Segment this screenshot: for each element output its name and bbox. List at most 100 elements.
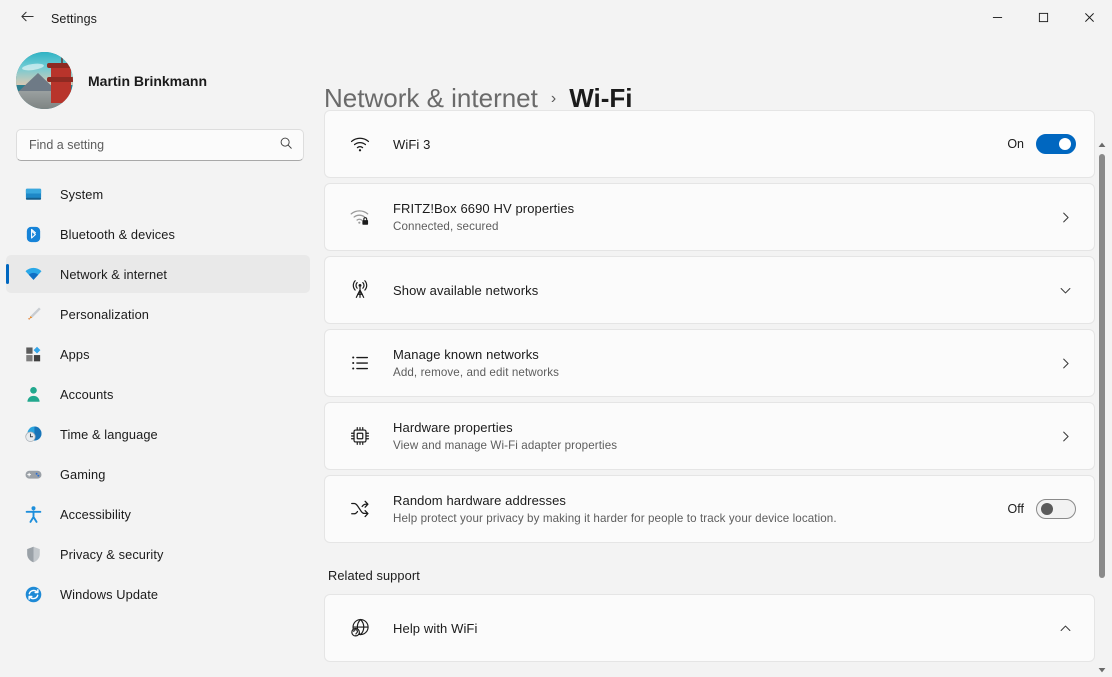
sidebar-item-label: Windows Update: [60, 587, 158, 602]
card-title: Manage known networks: [393, 346, 1040, 363]
wifi-toggle[interactable]: [1036, 134, 1076, 154]
wifi-toggle-state: On: [1007, 137, 1024, 151]
sidebar-item-system[interactable]: System: [6, 175, 310, 213]
avatar: [16, 52, 73, 109]
title-bar: Settings: [0, 0, 1112, 38]
breadcrumb-separator: ›: [551, 90, 556, 108]
sidebar-item-apps[interactable]: Apps: [6, 335, 310, 373]
close-button[interactable]: [1066, 0, 1112, 38]
sidebar-item-label: Personalization: [60, 307, 149, 322]
sidebar-item-label: Accounts: [60, 387, 113, 402]
sidebar-item-accessibility[interactable]: Accessibility: [6, 495, 310, 533]
chevron-down-icon: [1054, 284, 1076, 297]
window-title: Settings: [51, 12, 97, 26]
search-icon: [279, 136, 293, 155]
accessibility-icon: [22, 503, 44, 525]
gaming-icon: [22, 463, 44, 485]
shuffle-icon: [345, 494, 375, 524]
search-input[interactable]: [29, 138, 279, 152]
settings-cards: WiFi 3 On: [320, 110, 1112, 662]
card-subtitle: Connected, secured: [393, 219, 1040, 235]
minimize-icon: [992, 10, 1003, 28]
card-title: FRITZ!Box 6690 HV properties: [393, 200, 1040, 217]
card-title: WiFi 3: [393, 136, 993, 153]
sidebar-item-label: Bluetooth & devices: [60, 227, 175, 242]
random-hardware-addresses-card: Random hardware addresses Help protect y…: [324, 475, 1095, 543]
sidebar-item-personalization[interactable]: Personalization: [6, 295, 310, 333]
hardware-properties-card[interactable]: Hardware properties View and manage Wi-F…: [324, 402, 1095, 470]
show-available-networks-card[interactable]: Show available networks: [324, 256, 1095, 324]
wifi-secured-icon: [345, 202, 375, 232]
broadcast-tower-icon: [345, 275, 375, 305]
related-support-heading: Related support: [328, 568, 1095, 583]
sidebar-item-label: Gaming: [60, 467, 105, 482]
scroll-up-arrow-icon[interactable]: [1095, 138, 1109, 152]
bluetooth-icon: [22, 223, 44, 245]
random-hardware-toggle-state: Off: [1008, 502, 1024, 516]
card-subtitle: View and manage Wi-Fi adapter properties: [393, 438, 1040, 454]
help-with-wifi-card[interactable]: Help with WiFi: [324, 594, 1095, 662]
sidebar-item-time-language[interactable]: Time & language: [6, 415, 310, 453]
sidebar-item-bluetooth-devices[interactable]: Bluetooth & devices: [6, 215, 310, 253]
sidebar-item-label: Accessibility: [60, 507, 131, 522]
chip-icon: [345, 421, 375, 451]
scroll-down-arrow-icon[interactable]: [1095, 663, 1109, 677]
wifi-icon: [345, 129, 375, 159]
chevron-right-icon: [1054, 211, 1076, 224]
window-body: Martin Brinkmann: [0, 38, 1112, 677]
page-title: Wi-Fi: [569, 83, 632, 114]
globe-help-icon: [345, 613, 375, 643]
sidebar-item-label: Network & internet: [60, 267, 167, 282]
time-language-icon: [22, 423, 44, 445]
maximize-icon: [1038, 10, 1049, 28]
search-box[interactable]: [16, 129, 304, 161]
user-profile[interactable]: Martin Brinkmann: [0, 38, 320, 125]
back-button[interactable]: [10, 4, 44, 34]
card-title: Hardware properties: [393, 419, 1040, 436]
sidebar-item-accounts[interactable]: Accounts: [6, 375, 310, 413]
sidebar: Martin Brinkmann: [0, 38, 320, 677]
list-icon: [345, 348, 375, 378]
user-name: Martin Brinkmann: [88, 73, 207, 89]
chevron-up-icon: [1054, 622, 1076, 635]
apps-icon: [22, 343, 44, 365]
random-hardware-toggle[interactable]: [1036, 499, 1076, 519]
scrollbar-thumb[interactable]: [1099, 154, 1105, 578]
sidebar-item-label: Apps: [60, 347, 90, 362]
close-icon: [1084, 10, 1095, 28]
minimize-button[interactable]: [974, 0, 1020, 38]
chevron-right-icon: [1054, 430, 1076, 443]
breadcrumb: Network & internet › Wi-Fi: [320, 38, 1112, 110]
card-title: Show available networks: [393, 282, 1040, 299]
manage-known-networks-card[interactable]: Manage known networks Add, remove, and e…: [324, 329, 1095, 397]
network-properties-card[interactable]: FRITZ!Box 6690 HV properties Connected, …: [324, 183, 1095, 251]
privacy-security-icon: [22, 543, 44, 565]
main-content: Network & internet › Wi-Fi: [320, 38, 1112, 677]
card-subtitle: Add, remove, and edit networks: [393, 365, 1040, 381]
sidebar-item-gaming[interactable]: Gaming: [6, 455, 310, 493]
main-scrollbar[interactable]: [1095, 138, 1109, 677]
card-subtitle: Help protect your privacy by making it h…: [393, 511, 994, 527]
sidebar-item-privacy-security[interactable]: Privacy & security: [6, 535, 310, 573]
card-title: Help with WiFi: [393, 620, 1040, 637]
settings-window: Settings: [0, 0, 1112, 677]
window-controls: [974, 0, 1112, 38]
windows-update-icon: [22, 583, 44, 605]
card-title: Random hardware addresses: [393, 492, 994, 509]
wifi-card: WiFi 3 On: [324, 110, 1095, 178]
sidebar-item-label: Privacy & security: [60, 547, 164, 562]
maximize-button[interactable]: [1020, 0, 1066, 38]
accounts-icon: [22, 383, 44, 405]
arrow-left-icon: [20, 9, 35, 29]
scrollbar-track[interactable]: [1095, 152, 1109, 663]
sidebar-item-windows-update[interactable]: Windows Update: [6, 575, 310, 613]
system-icon: [22, 183, 44, 205]
network-icon: [22, 263, 44, 285]
sidebar-item-label: System: [60, 187, 103, 202]
chevron-right-icon: [1054, 357, 1076, 370]
sidebar-item-label: Time & language: [60, 427, 158, 442]
sidebar-nav: System Bluetooth & devices: [0, 175, 320, 677]
personalization-icon: [22, 303, 44, 325]
sidebar-item-network-internet[interactable]: Network & internet: [6, 255, 310, 293]
breadcrumb-parent[interactable]: Network & internet: [324, 83, 538, 114]
